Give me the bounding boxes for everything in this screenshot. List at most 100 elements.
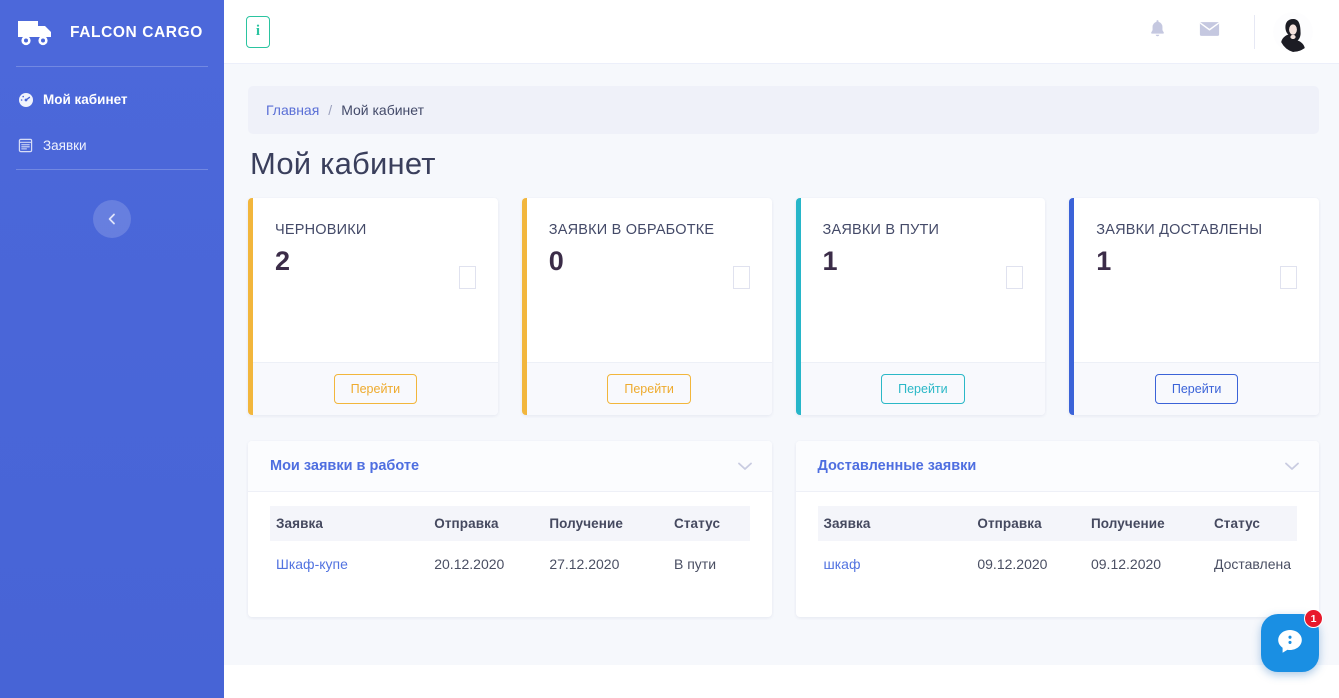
card-value: 0	[549, 248, 715, 275]
bell-icon	[1148, 19, 1167, 44]
truck-logo-icon	[16, 16, 58, 50]
card-go-button[interactable]: Перейти	[881, 374, 965, 404]
card-text: ЗАЯВКИ В ОБРАБОТКЕ 0	[549, 220, 715, 352]
breadcrumb-current: Мой кабинет	[341, 102, 424, 118]
card-footer: Перейти	[253, 362, 498, 415]
column-header-shipment: Отправка	[428, 506, 543, 541]
card-image-placeholder-icon	[1280, 266, 1297, 289]
sidebar-item-my-cabinet[interactable]: Мой кабинет	[0, 77, 224, 123]
chat-bubble-icon	[1274, 625, 1306, 662]
card-value: 1	[823, 248, 940, 275]
chat-widget-button[interactable]: 1	[1261, 614, 1319, 672]
column-header-receipt: Получение	[1085, 506, 1208, 541]
breadcrumb-home-link[interactable]: Главная	[266, 102, 319, 118]
chevron-left-icon	[105, 212, 119, 226]
card-label: ЗАЯВКИ В ОБРАБОТКЕ	[549, 220, 715, 241]
column-header-receipt: Получение	[543, 506, 668, 541]
panel-title: Доставленные заявки	[818, 458, 977, 474]
breadcrumb: Главная / Мой кабинет	[248, 86, 1319, 134]
card-go-button[interactable]: Перейти	[1155, 374, 1239, 404]
requests-table: Заявка Отправка Получение Статус Шкаф-ку…	[270, 506, 750, 580]
card-image-placeholder-icon	[459, 266, 476, 289]
card-text: ЗАЯВКИ В ПУТИ 1	[823, 220, 940, 352]
card-label: ЗАЯВКИ ДОСТАВЛЕНЫ	[1096, 220, 1262, 241]
stat-cards: ЧЕРНОВИКИ 2 Перейти ЗАЯВКИ В ОБРАБОТКЕ 0	[248, 198, 1319, 415]
avatar[interactable]	[1273, 12, 1313, 52]
content: Главная / Мой кабинет Мой кабинет ЧЕРНОВ…	[224, 64, 1339, 665]
table-header-row: Заявка Отправка Получение Статус	[818, 506, 1298, 541]
cell-receipt-date: 27.12.2020	[543, 541, 668, 580]
cell-status: Доставлена	[1208, 541, 1297, 580]
panel-active-requests: Мои заявки в работе Заявка	[248, 441, 772, 617]
column-header-shipment: Отправка	[971, 506, 1085, 541]
cell-shipment-date: 20.12.2020	[428, 541, 543, 580]
card-text: ЗАЯВКИ ДОСТАВЛЕНЫ 1	[1096, 220, 1262, 352]
cell-request-link[interactable]: шкаф	[818, 541, 972, 580]
notifications-button[interactable]	[1140, 15, 1174, 49]
dashboard-icon	[18, 92, 34, 108]
footer	[224, 665, 1339, 698]
table-head: Заявка Отправка Получение Статус	[818, 506, 1298, 541]
sidebar-collapse-wrap	[0, 200, 224, 238]
card-image-placeholder-icon	[1006, 266, 1023, 289]
column-header-request: Заявка	[270, 506, 428, 541]
stat-card-drafts: ЧЕРНОВИКИ 2 Перейти	[248, 198, 498, 415]
panel-header[interactable]: Доставленные заявки	[796, 441, 1320, 492]
card-footer: Перейти	[1074, 362, 1319, 415]
card-body: ЗАЯВКИ В ОБРАБОТКЕ 0	[527, 198, 772, 362]
panel-header[interactable]: Мои заявки в работе	[248, 441, 772, 492]
sidebar-item-requests[interactable]: Заявки	[0, 123, 224, 169]
table-header-row: Заявка Отправка Получение Статус	[270, 506, 750, 541]
card-value: 2	[275, 248, 367, 275]
panel-body: Заявка Отправка Получение Статус шкаф 09…	[796, 492, 1320, 606]
envelope-icon	[1199, 21, 1220, 42]
stat-card-in-transit: ЗАЯВКИ В ПУТИ 1 Перейти	[796, 198, 1046, 415]
card-go-button[interactable]: Перейти	[334, 374, 418, 404]
chevron-down-icon[interactable]	[738, 462, 752, 471]
panels: Мои заявки в работе Заявка	[248, 441, 1319, 617]
main-area: i	[224, 0, 1339, 698]
messages-button[interactable]	[1192, 15, 1226, 49]
sidebar: FALCON CARGO Мой кабинет	[0, 0, 224, 698]
card-footer: Перейти	[527, 362, 772, 415]
topbar-divider	[1254, 15, 1255, 49]
card-text: ЧЕРНОВИКИ 2	[275, 220, 367, 352]
sidebar-collapse-button[interactable]	[93, 200, 131, 238]
sidebar-item-label: Заявки	[43, 139, 87, 153]
sidebar-divider-bottom	[16, 169, 208, 170]
table-body: Шкаф-купе 20.12.2020 27.12.2020 В пути	[270, 541, 750, 580]
card-footer: Перейти	[801, 362, 1046, 415]
panel-title: Мои заявки в работе	[270, 458, 419, 474]
column-header-request: Заявка	[818, 506, 972, 541]
card-body: ЗАЯВКИ ДОСТАВЛЕНЫ 1	[1074, 198, 1319, 362]
brand-name: FALCON CARGO	[70, 24, 203, 42]
sidebar-item-label: Мой кабинет	[43, 93, 128, 107]
stat-card-delivered: ЗАЯВКИ ДОСТАВЛЕНЫ 1 Перейти	[1069, 198, 1319, 415]
table-body: шкаф 09.12.2020 09.12.2020 Доставлена	[818, 541, 1298, 580]
user-avatar-icon	[1273, 12, 1313, 52]
table-row: Шкаф-купе 20.12.2020 27.12.2020 В пути	[270, 541, 750, 580]
card-go-button[interactable]: Перейти	[607, 374, 691, 404]
cell-receipt-date: 09.12.2020	[1085, 541, 1208, 580]
card-body: ЧЕРНОВИКИ 2	[253, 198, 498, 362]
chat-unread-badge: 1	[1304, 609, 1323, 628]
delivered-table: Заявка Отправка Получение Статус шкаф 09…	[818, 506, 1298, 580]
info-button[interactable]: i	[246, 16, 270, 48]
sidebar-nav: Мой кабинет Заявки	[0, 67, 224, 169]
page-title: Мой кабинет	[250, 146, 1319, 182]
stat-card-processing: ЗАЯВКИ В ОБРАБОТКЕ 0 Перейти	[522, 198, 772, 415]
card-label: ЧЕРНОВИКИ	[275, 220, 367, 241]
cell-status: В пути	[668, 541, 750, 580]
chevron-down-icon[interactable]	[1285, 462, 1299, 471]
brand[interactable]: FALCON CARGO	[0, 0, 224, 66]
card-image-placeholder-icon	[733, 266, 750, 289]
clipboard-list-icon	[18, 138, 34, 154]
panel-body: Заявка Отправка Получение Статус Шкаф-ку…	[248, 492, 772, 606]
panel-delivered-requests: Доставленные заявки Заявка	[796, 441, 1320, 617]
cell-request-link[interactable]: Шкаф-купе	[270, 541, 428, 580]
card-value: 1	[1096, 248, 1262, 275]
app-root: FALCON CARGO Мой кабинет	[0, 0, 1339, 698]
card-label: ЗАЯВКИ В ПУТИ	[823, 220, 940, 241]
cell-shipment-date: 09.12.2020	[971, 541, 1085, 580]
card-body: ЗАЯВКИ В ПУТИ 1	[801, 198, 1046, 362]
